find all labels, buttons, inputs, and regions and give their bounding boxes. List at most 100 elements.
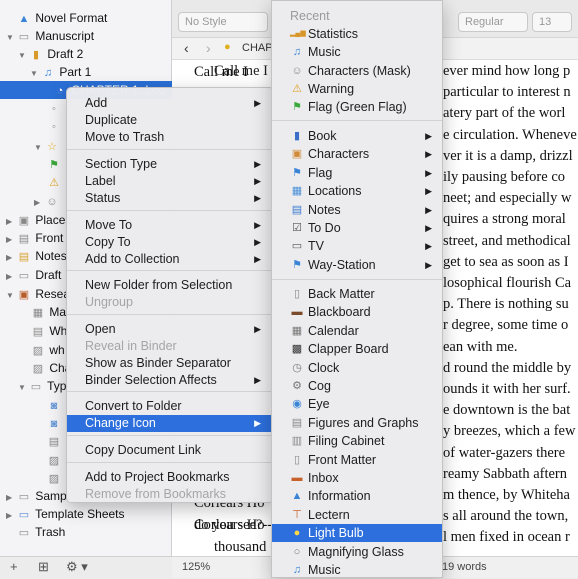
menu-item-section-type[interactable]: Section Type ▶	[67, 156, 273, 173]
add-icon[interactable]: +	[10, 559, 18, 574]
icon-item-characters[interactable]: ▣ Characters ▶	[272, 145, 442, 163]
editor-line: m thence, by Whiteha	[443, 487, 570, 503]
icon-item-filing-cabinet[interactable]: ▥ Filing Cabinet	[272, 432, 442, 450]
style-select[interactable]: No Style	[178, 12, 268, 32]
binder-item-doc[interactable]: ▶ ☺	[34, 192, 60, 210]
twisty-icon[interactable]: ▶	[6, 249, 16, 267]
binder-item-doc[interactable]: ▨	[46, 469, 62, 487]
binder-item-doc[interactable]: ◦	[46, 99, 62, 117]
menu-item-status[interactable]: Status ▶	[67, 190, 273, 207]
icon-item-tv[interactable]: ▭ TV ▶	[272, 237, 442, 255]
menu-item-new-folder-from-selection[interactable]: New Folder from Selection	[67, 277, 273, 294]
icon-item-way-station[interactable]: ⚑ Way-Station ▶	[272, 256, 442, 274]
binder-item-doc[interactable]: ⚠	[46, 173, 62, 191]
information-icon: ▲	[291, 490, 303, 503]
editor-line: losophical flourish Ca	[443, 275, 572, 291]
binder-item-places[interactable]: ▶ ▣ Places	[6, 211, 71, 229]
menu-item-label: Convert to Folder	[85, 399, 182, 413]
menu-item-label: Move to Trash	[85, 130, 165, 144]
menu-item-label[interactable]: Label ▶	[67, 173, 273, 190]
icon-item-clapper-board[interactable]: ▩ Clapper Board	[272, 340, 442, 358]
menu-item-add-to-project-bookmarks[interactable]: Add to Project Bookmarks	[67, 469, 273, 486]
menu-item-copy-to[interactable]: Copy To ▶	[67, 234, 273, 251]
add-folder-icon[interactable]: ⊞	[38, 559, 49, 575]
binder-item-sample[interactable]: ▶ ▭ Sampl	[6, 487, 69, 505]
twisty-icon[interactable]: ▼	[34, 139, 44, 157]
icon-item-cog[interactable]: ⚙ Cog	[272, 377, 442, 395]
binder-item-folder[interactable]: ▼ ☆	[34, 137, 60, 155]
menu-item-add[interactable]: Add ▶	[67, 95, 273, 112]
icon-item-light-bulb[interactable]: ● Light Bulb	[272, 524, 442, 543]
menu-item-copy-document-link[interactable]: Copy Document Link	[67, 442, 273, 459]
binder-item-doc[interactable]: ⚑	[46, 155, 62, 173]
icon-item-lectern[interactable]: ⊤ Lectern	[272, 506, 442, 524]
icon-item-back-matter[interactable]: ▯ Back Matter	[272, 285, 442, 303]
twisty-icon[interactable]: ▼	[6, 287, 16, 305]
menu-item-change-icon[interactable]: Change Icon ▶	[67, 415, 273, 432]
icon-item-book[interactable]: ▮ Book ▶	[272, 127, 442, 145]
menu-item-binder-selection-affects[interactable]: Binder Selection Affects ▶	[67, 372, 273, 389]
binder-item-doc[interactable]: ▤	[46, 432, 62, 450]
icon-item-notes[interactable]: ▤ Notes ▶	[272, 201, 442, 219]
binder-item-doc[interactable]: ◦	[46, 117, 62, 135]
zoom-select[interactable]: 125%	[182, 561, 210, 573]
icon-item-music[interactable]: ♫ Music	[272, 43, 442, 61]
binder-item-ma[interactable]: ▦ Ma	[30, 303, 66, 321]
binder-item-doc[interactable]: ◙	[46, 396, 62, 414]
icon-item-flag-green-flag-[interactable]: ⚑ Flag (Green Flag)	[272, 98, 442, 116]
binder-item-trash[interactable]: ▭ Trash	[6, 523, 66, 541]
binder-item-novel-format[interactable]: ▲ Novel Format	[6, 9, 108, 27]
binder-item-template-sheets[interactable]: ▶ ▭ Template Sheets	[6, 505, 125, 523]
binder-item-manuscript[interactable]: ▼ ▭ Manuscript	[6, 27, 94, 45]
twisty-icon[interactable]: ▶	[6, 268, 16, 286]
icon-item-warning[interactable]: ⚠ Warning	[272, 80, 442, 98]
icon-item-characters-mask-[interactable]: ☺ Characters (Mask)	[272, 62, 442, 80]
back-button[interactable]: ‹	[184, 40, 189, 56]
font-weight-select[interactable]: Regular	[458, 12, 528, 32]
document-icon: ▤	[48, 436, 60, 448]
menu-item-convert-to-folder[interactable]: Convert to Folder	[67, 398, 273, 415]
icon-item-front-matter[interactable]: ▯ Front Matter	[272, 451, 442, 469]
binder-item-doc[interactable]: ▨	[46, 451, 62, 469]
binder-item-draft-2[interactable]: ▼ ▮ Draft 2	[18, 45, 83, 63]
menu-item-add-to-collection[interactable]: Add to Collection ▶	[67, 251, 273, 268]
icon-item-music[interactable]: ♫ Music	[272, 561, 442, 579]
icon-item-magnifying-glass[interactable]: ○ Magnifying Glass	[272, 543, 442, 561]
menu-item-move-to[interactable]: Move To ▶	[67, 217, 273, 234]
menu-item-show-as-binder-separator[interactable]: Show as Binder Separator	[67, 355, 273, 372]
binder-item-draft[interactable]: ▶ ▭ Draft	[6, 266, 61, 284]
menu-item-open[interactable]: Open ▶	[67, 321, 273, 338]
twisty-icon[interactable]: ▼	[18, 379, 28, 397]
clapper-board-icon: ▩	[291, 343, 303, 356]
binder-item-doc[interactable]: ◙	[46, 414, 62, 432]
icon-item-locations[interactable]: ▦ Locations ▶	[272, 182, 442, 200]
icon-item-information[interactable]: ▲ Information	[272, 487, 442, 505]
menu-item-move-to-trash[interactable]: Move to Trash	[67, 129, 273, 146]
binder-item-front[interactable]: ▶ ▤ Front	[6, 229, 63, 247]
gear-icon[interactable]: ⚙ ▾	[66, 559, 88, 575]
binder-item-label: Sampl	[35, 489, 70, 503]
icon-item-blackboard[interactable]: ▬ Blackboard	[272, 303, 442, 321]
icon-item-figures-and-graphs[interactable]: ▤ Figures and Graphs	[272, 414, 442, 432]
forward-button[interactable]: ›	[206, 40, 211, 56]
icon-item-inbox[interactable]: ▬ Inbox	[272, 469, 442, 487]
font-size-select[interactable]: 13	[532, 12, 572, 32]
twisty-icon[interactable]: ▶	[34, 194, 44, 212]
menu-item-label: Copy To	[85, 235, 131, 249]
binder-item-notes[interactable]: ▶ ▤ Notes	[6, 247, 67, 265]
binder-item-research[interactable]: ▼ ▣ Resea	[6, 285, 70, 303]
menu-item-label: Show as Binder Separator	[85, 356, 231, 370]
binder-item-wh[interactable]: ▤ Wh	[30, 322, 68, 340]
icon-item-calendar[interactable]: ▦ Calendar	[272, 322, 442, 340]
twisty-icon[interactable]: ▼	[6, 29, 16, 47]
binder-item-typ[interactable]: ▼ ▭ Typ	[18, 377, 66, 395]
icon-item-eye[interactable]: ◉ Eye	[272, 395, 442, 413]
menu-item-duplicate[interactable]: Duplicate	[67, 112, 273, 129]
icon-item-to-do[interactable]: ☑ To Do ▶	[272, 219, 442, 237]
icon-item-flag[interactable]: ⚑ Flag ▶	[272, 164, 442, 182]
twisty-icon[interactable]: ▼	[18, 47, 28, 65]
binder-item-part-1[interactable]: ▼ ♫ Part 1	[30, 63, 91, 81]
icon-item-statistics[interactable]: ▂▄▆ Statistics	[272, 25, 442, 43]
icon-item-clock[interactable]: ◷ Clock	[272, 359, 442, 377]
binder-item-wh2[interactable]: ▨ wh	[30, 341, 65, 359]
